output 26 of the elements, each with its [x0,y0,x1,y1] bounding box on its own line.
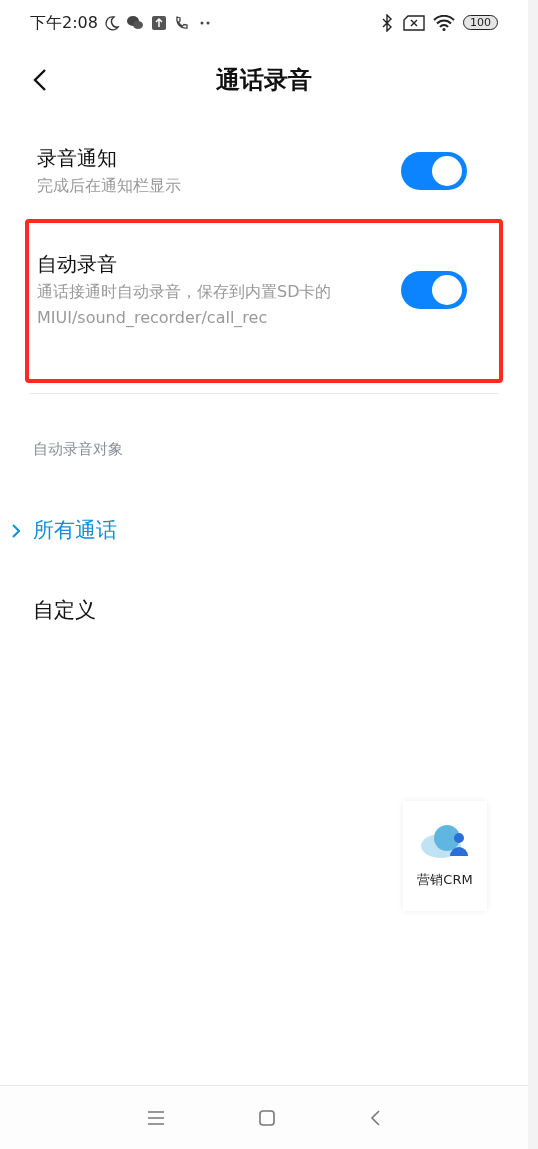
widget-label: 营销CRM [417,870,473,889]
home-icon[interactable] [259,1109,275,1126]
phone-icon [173,14,190,31]
moon-icon [103,14,120,31]
status-time: 下午2:08 [30,11,98,34]
floating-widget[interactable]: 营销CRM [403,800,487,911]
wifi-icon [433,14,455,31]
setting-description: 完成后在通知栏显示 [37,175,182,197]
toggle-switch[interactable] [401,152,467,190]
upload-icon [151,15,166,30]
option-item[interactable]: 自定义 [0,570,528,651]
battery-indicator: 100 [463,15,498,30]
back-icon[interactable] [33,68,47,92]
menu-icon[interactable] [148,1110,164,1125]
setting-description: 通话接通时自动录音，保存到内置SD卡的MIUI/sound_recorder/call_rec [37,281,333,329]
option-item[interactable]: 所有通话 [0,490,528,571]
section-header: 自动录音对象 [33,439,124,460]
setting-title: 录音通知 [37,145,118,172]
page-title: 通话录音 [216,65,312,96]
chevron-icon [12,523,20,538]
chat-icon [125,14,144,31]
sim-icon [403,14,425,31]
dots-icon [199,20,210,25]
setting-title: 自动录音 [37,251,118,278]
toggle-switch[interactable] [401,271,467,309]
bluetooth-icon [381,13,393,32]
